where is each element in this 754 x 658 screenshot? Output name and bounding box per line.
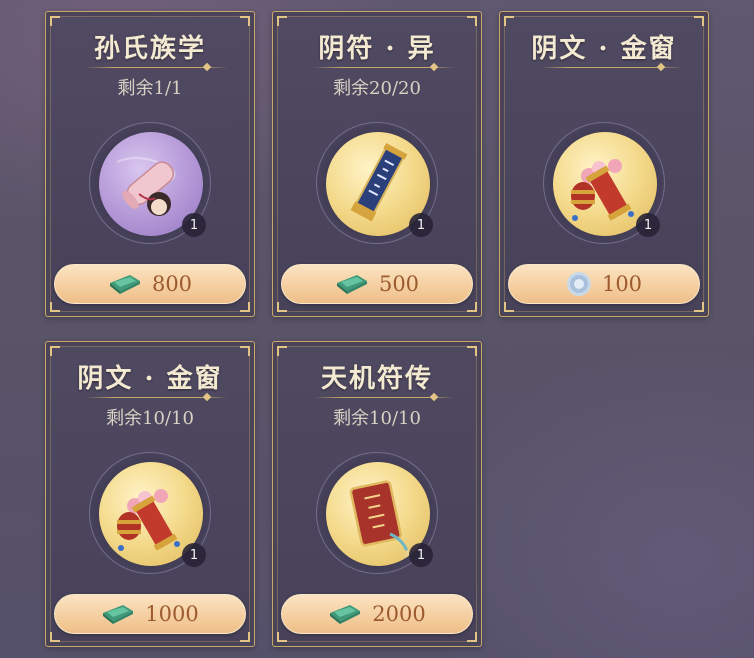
frame-corner [467,632,477,642]
frame-corner [694,302,704,312]
shop-card[interactable]: 阴文 · 金窗 1 100 [499,11,709,317]
remaining-count: 剩余1/1 [117,78,183,99]
frame-corner [240,16,250,26]
item-quantity: 1 [182,543,206,567]
buy-button[interactable]: 500 [281,264,473,304]
item-slot[interactable]: 1 [316,122,438,244]
silver-coin-icon [566,271,592,297]
frame-corner [277,16,287,26]
price-value: 100 [601,272,643,296]
shop-card[interactable]: 阴文 · 金窗 剩余10/10 1 1000 [45,341,255,647]
item-quantity: 1 [409,213,433,237]
card-title: 阴文 · 金窗 [77,364,223,394]
item-quantity: 1 [182,213,206,237]
frame-corner [240,302,250,312]
buy-button[interactable]: 800 [54,264,246,304]
item-slot[interactable]: 1 [89,122,211,244]
card-title: 天机符传 [320,364,433,394]
item-slot[interactable]: 1 [543,122,665,244]
jade-currency-icon [335,273,369,295]
frame-corner [50,16,60,26]
item-slot[interactable]: 1 [89,452,211,574]
title-divider [86,67,228,68]
item-quantity: 1 [636,213,660,237]
price-value: 500 [378,272,420,296]
remaining-count: 剩余10/10 [106,408,194,429]
frame-corner [467,16,477,26]
buy-button[interactable]: 1000 [54,594,246,634]
jade-currency-icon [328,603,362,625]
frame-corner [277,632,287,642]
frame-corner [504,16,514,26]
frame-corner [50,346,60,356]
title-divider [540,67,682,68]
frame-corner [467,302,477,312]
title-divider [313,67,455,68]
frame-corner [467,346,477,356]
price-value: 2000 [372,602,426,626]
jade-currency-icon [101,603,135,625]
price-value: 800 [151,272,193,296]
title-divider [313,397,455,398]
card-title: 阴符 · 异 [318,34,436,64]
card-title: 阴文 · 金窗 [531,34,677,64]
card-title: 孙氏族学 [93,34,206,64]
item-slot[interactable]: 1 [316,452,438,574]
frame-corner [694,16,704,26]
frame-corner [50,302,60,312]
frame-corner [50,632,60,642]
shop-card[interactable]: 天机符传 剩余10/10 1 2000 [272,341,482,647]
remaining-count: 剩余20/20 [333,78,421,99]
buy-button[interactable]: 100 [508,264,700,304]
jade-currency-icon [108,273,142,295]
shop-card[interactable]: 阴符 · 异 剩余20/20 1 500 [272,11,482,317]
remaining-count: 剩余10/10 [333,408,421,429]
shop-grid: 孙氏族学 剩余1/1 1 800 阴符 · 异 剩余20/20 1 500 阴文… [0,0,754,658]
frame-corner [240,346,250,356]
frame-corner [240,632,250,642]
frame-corner [504,302,514,312]
buy-button[interactable]: 2000 [281,594,473,634]
shop-card[interactable]: 孙氏族学 剩余1/1 1 800 [45,11,255,317]
frame-corner [277,346,287,356]
price-value: 1000 [145,602,199,626]
item-quantity: 1 [409,543,433,567]
title-divider [86,397,228,398]
frame-corner [277,302,287,312]
